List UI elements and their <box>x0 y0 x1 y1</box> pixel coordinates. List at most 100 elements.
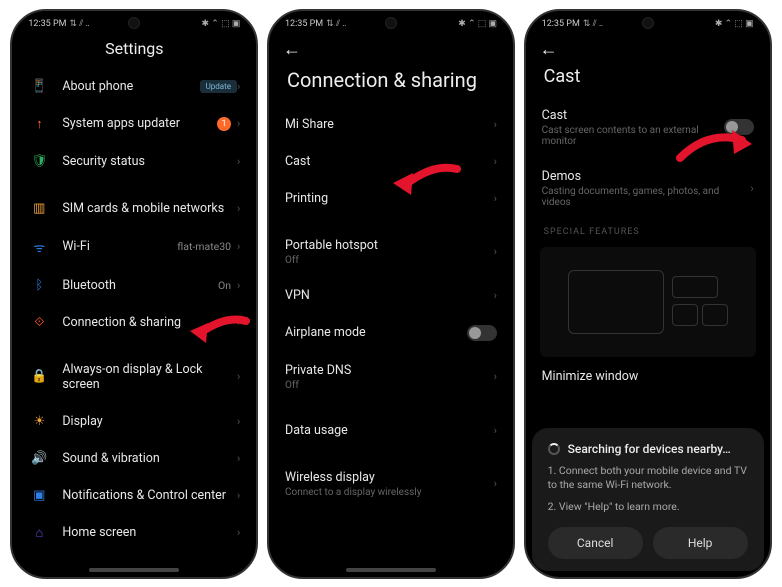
bluetooth-icon: ᛒ <box>28 278 50 293</box>
list-item[interactable]: ᯤWi-Fiflat-mate30› <box>12 227 256 267</box>
sim-icon: ▥ <box>28 201 50 216</box>
list-item[interactable]: Airplane mode <box>269 314 513 352</box>
chevron-right-icon: › <box>237 117 240 130</box>
help-button[interactable]: Help <box>653 527 748 559</box>
cast-label: Cast <box>542 108 567 123</box>
chevron-right-icon: › <box>494 155 497 168</box>
status-time: 12:35 PM <box>285 19 323 29</box>
demos-row[interactable]: Demos Casting documents, games, photos, … <box>526 158 770 219</box>
list-item[interactable]: Mi Share› <box>269 106 513 143</box>
page-title: Cast <box>526 62 770 97</box>
chevron-right-icon: › <box>237 279 240 292</box>
home-indicator[interactable] <box>89 568 179 572</box>
cast-toggle-row[interactable]: Cast Cast screen contents to an external… <box>526 97 770 158</box>
camera-notch <box>128 17 140 29</box>
item-label: Notifications & Control center <box>62 488 237 503</box>
chevron-right-icon: › <box>237 202 240 215</box>
phone-cast: 12:35 PM ⇅ ⫽ ‥ ✱ ⌃ ⬚ ▣ ← Cast Cast Cast … <box>524 9 772 579</box>
spinner-icon <box>548 443 560 455</box>
list-item[interactable]: ↑System apps updater1› <box>12 105 256 143</box>
chevron-right-icon: › <box>494 192 497 205</box>
back-icon[interactable]: ← <box>283 39 301 60</box>
list-item[interactable]: Private DNSOff› <box>269 352 513 402</box>
item-sub: Off <box>285 255 494 266</box>
connection-icon: ⟐ <box>28 315 50 330</box>
demos-sub: Casting documents, games, photos, and vi… <box>542 186 751 208</box>
item-label: Printing <box>285 191 494 206</box>
list-item[interactable]: ᛒ BluetoothOn › <box>12 267 256 304</box>
chevron-right-icon: › <box>237 452 240 465</box>
item-label: About phone <box>62 79 199 94</box>
update-pill: Update <box>200 80 237 93</box>
chevron-right-icon: › <box>494 245 497 258</box>
item-label: Private DNSOff <box>285 363 494 391</box>
chevron-right-icon: › <box>494 370 497 383</box>
chevron-right-icon: › <box>494 477 497 490</box>
minimize-window-row[interactable]: Minimize window <box>526 367 770 395</box>
status-right-icons: ✱ ⌃ ⬚ ▣ <box>458 19 497 29</box>
lock-icon: 🔒 <box>28 369 50 384</box>
list-item[interactable]: Portable hotspotOff› <box>269 227 513 277</box>
cast-sub: Cast screen contents to an external moni… <box>542 125 724 147</box>
item-label: Portable hotspotOff <box>285 238 494 266</box>
camera-notch <box>385 17 397 29</box>
cast-toggle[interactable] <box>724 119 754 135</box>
status-right-icons: ✱ ⌃ ⬚ ▣ <box>715 19 754 29</box>
settings-list[interactable]: 📱About phoneUpdate›↑System apps updater1… <box>12 68 256 577</box>
feature-illustration <box>540 247 756 357</box>
item-label: Bluetooth <box>62 278 218 293</box>
page-title: Connection & sharing <box>269 62 513 106</box>
list-item[interactable]: VPN› <box>269 277 513 314</box>
phone-icon: 📱 <box>28 79 50 94</box>
list-item[interactable]: ▣Notifications & Control center› <box>12 477 256 514</box>
status-time: 12:35 PM <box>542 19 580 29</box>
item-value: On <box>218 279 231 292</box>
item-label: Mi Share <box>285 117 494 132</box>
item-label: SIM cards & mobile networks <box>62 201 237 216</box>
list-item[interactable]: ⌂Home screen› <box>12 514 256 552</box>
home-indicator[interactable] <box>346 568 436 572</box>
sheet-step-1: 1. Connect both your mobile device and T… <box>548 464 748 492</box>
list-item[interactable]: ☀Display› <box>12 403 256 440</box>
chevron-right-icon: › <box>237 370 240 383</box>
list-item[interactable]: 📱About phoneUpdate› <box>12 68 256 105</box>
chevron-right-icon: › <box>237 316 240 329</box>
cancel-button[interactable]: Cancel <box>548 527 643 559</box>
list-item[interactable]: Printing› <box>269 180 513 217</box>
list-item[interactable]: Cast› <box>269 143 513 180</box>
item-label: Cast <box>285 154 494 169</box>
list-item[interactable]: ⟐Connection & sharing› <box>12 304 256 341</box>
notifications-icon: ▣ <box>28 488 50 503</box>
chevron-right-icon: › <box>237 155 240 168</box>
list-item[interactable]: 🔊Sound & vibration› <box>12 440 256 477</box>
list-item[interactable]: Data usage› <box>269 412 513 449</box>
item-label: Always-on display & Lock screen <box>62 362 237 392</box>
item-value: flat-mate30 <box>177 240 231 253</box>
status-time: 12:35 PM <box>28 19 66 29</box>
item-label: Data usage <box>285 423 494 438</box>
list-item[interactable]: Wireless displayConnect to a display wir… <box>269 459 513 509</box>
display-icon: ☀ <box>28 414 50 429</box>
sheet-step-2: 2. View "Help" to learn more. <box>548 500 748 514</box>
connection-list[interactable]: Mi Share›Cast›Printing› Portable hotspot… <box>269 106 513 577</box>
chevron-right-icon: › <box>237 415 240 428</box>
toggle[interactable] <box>467 325 497 341</box>
item-label: Airplane mode <box>285 325 467 340</box>
home-icon: ⌂ <box>28 525 50 541</box>
chevron-right-icon: › <box>494 289 497 302</box>
back-icon[interactable]: ← <box>540 39 558 60</box>
camera-notch <box>642 17 654 29</box>
list-item[interactable]: 🔒 Always-on display & Lock screen› <box>12 351 256 403</box>
phone-connection-sharing: 12:35 PM ⇅ ⫽ ‥ ✱ ⌃ ⬚ ▣ ← Connection & sh… <box>267 9 515 579</box>
chevron-right-icon: › <box>237 240 240 253</box>
sound-icon: 🔊 <box>28 451 50 466</box>
status-right-icons: ✱ ⌃ ⬚ ▣ <box>202 19 241 29</box>
update-icon: ↑ <box>28 116 50 132</box>
page-title: Settings <box>12 33 256 68</box>
searching-sheet: Searching for devices nearby… 1. Connect… <box>532 428 764 571</box>
sheet-title: Searching for devices nearby… <box>568 442 731 456</box>
list-item[interactable]: 🛡Security status› <box>12 143 256 180</box>
list-item[interactable]: ▥ SIM cards & mobile networks› <box>12 190 256 227</box>
status-indicators: ⇅ ⫽ ‥ <box>70 19 90 29</box>
demos-label: Demos <box>542 169 581 184</box>
